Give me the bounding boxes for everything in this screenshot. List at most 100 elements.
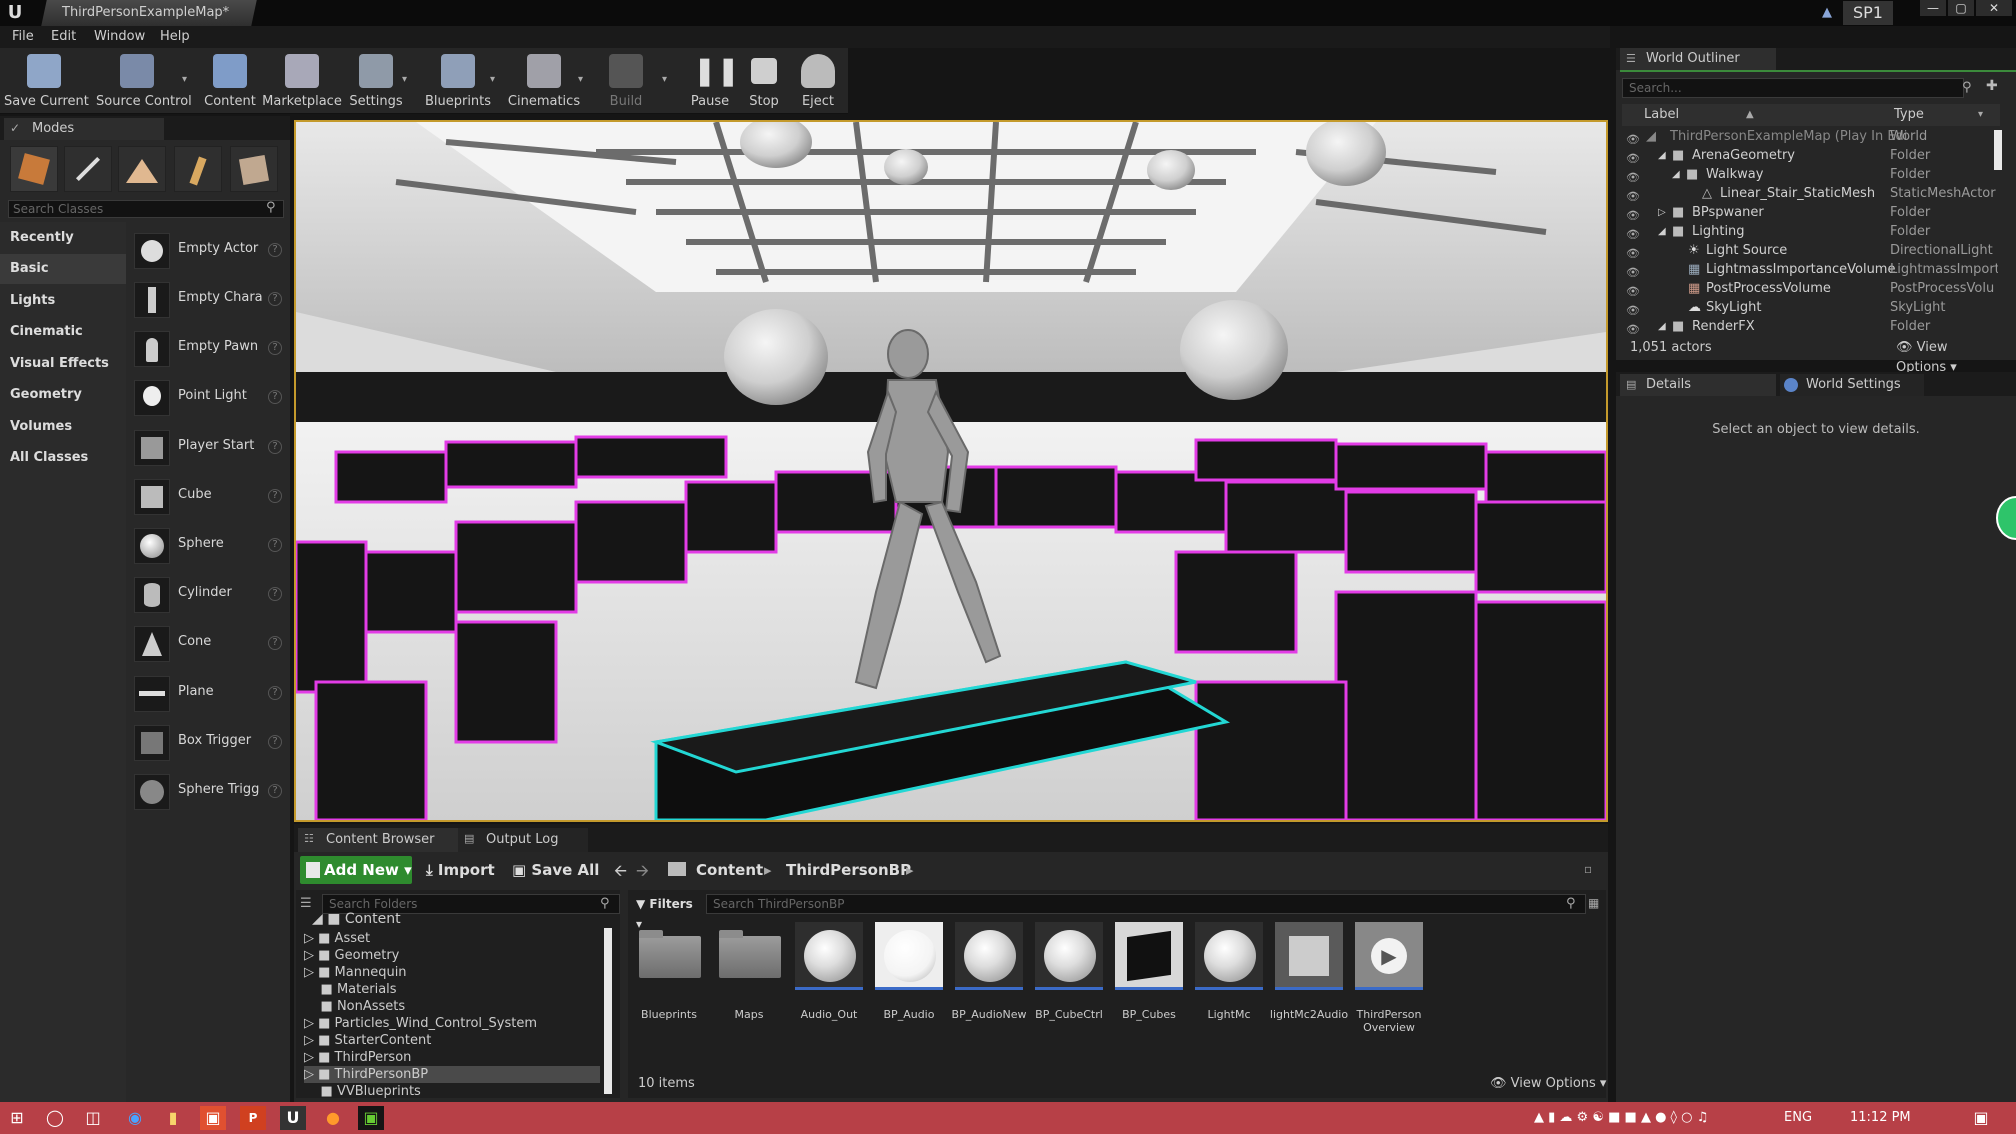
help-icon[interactable]: ? <box>268 784 282 798</box>
help-icon[interactable]: ? <box>268 587 282 601</box>
blueprints-button[interactable]: Blueprints <box>418 48 498 114</box>
forward-arrow-icon[interactable]: 🡪 <box>636 860 654 880</box>
back-arrow-icon[interactable]: 🡨 <box>614 860 632 880</box>
graduation-cap-icon[interactable]: ▲ <box>1822 5 1838 20</box>
category-volumes[interactable]: Volumes <box>0 412 126 442</box>
category-visual-effects[interactable]: Visual Effects <box>0 349 126 379</box>
tab-content-browser[interactable]: Content Browser <box>298 828 458 852</box>
clock[interactable]: 11:12 PM <box>1850 1106 1911 1130</box>
landscape-mode-icon[interactable] <box>118 146 166 192</box>
folder-item[interactable]: ■ VVBlueprints <box>304 1083 421 1100</box>
language-indicator[interactable]: ENG <box>1784 1106 1812 1130</box>
help-icon[interactable]: ? <box>268 440 282 454</box>
asset-tile[interactable]: ▶ ThirdPerson Overview <box>1352 920 1426 1034</box>
category-all-classes[interactable]: All Classes <box>0 443 126 473</box>
visibility-eye-icon[interactable]: 👁 <box>1626 187 1640 203</box>
expand-arrow-icon[interactable]: ◢ <box>1658 146 1666 165</box>
nvidia-icon[interactable]: ▣ <box>358 1106 384 1130</box>
notifications-icon[interactable]: ▣ <box>1968 1106 1994 1130</box>
breadcrumb-thirdpersonbp[interactable]: ThirdPersonBP <box>786 856 911 884</box>
firefox-icon[interactable]: ● <box>320 1106 346 1130</box>
folder-item-selected[interactable]: ▷ ■ ThirdPersonBP <box>304 1066 600 1083</box>
tab-details[interactable]: Details <box>1620 374 1776 396</box>
view-options-button[interactable]: 👁 View Options ▾ <box>1490 1076 1606 1091</box>
folder-item[interactable]: ▷ ■ StarterContent <box>304 1032 431 1049</box>
help-icon[interactable]: ? <box>268 292 282 306</box>
category-cinematic[interactable]: Cinematic <box>0 317 126 347</box>
eject-button[interactable]: Eject <box>788 48 848 114</box>
place-item-sphere[interactable]: Sphere? <box>130 522 286 568</box>
menu-window[interactable]: Window <box>94 26 145 48</box>
asset-tile[interactable]: Blueprints <box>632 920 706 1030</box>
outliner-row[interactable]: 👁 ▷ ■ BPspwaner Folder <box>1622 203 1996 222</box>
outliner-row[interactable]: 👁 ◢ ■ RenderFX Folder <box>1622 317 1996 336</box>
outliner-row[interactable]: 👁 ☀ Light Source DirectionalLight <box>1622 241 1996 260</box>
expand-arrow-icon[interactable]: ◢ <box>1672 165 1680 184</box>
paint-mode-icon[interactable] <box>64 146 112 192</box>
chevron-down-icon[interactable]: ▾ <box>662 74 672 85</box>
lock-icon[interactable]: ▫ <box>1584 862 1598 876</box>
place-item-sphere-trigger[interactable]: Sphere Trigg? <box>130 768 286 814</box>
save-all-button[interactable]: ▣ Save All <box>512 856 599 884</box>
expand-arrow-icon[interactable]: ▷ <box>1658 203 1666 222</box>
place-item-cone[interactable]: Cone? <box>130 620 286 666</box>
visibility-eye-icon[interactable]: 👁 <box>1626 320 1640 336</box>
help-icon[interactable]: ? <box>268 243 282 257</box>
unreal-logo-icon[interactable]: U <box>4 2 26 24</box>
search-icon[interactable]: ⚲ <box>600 896 614 912</box>
place-item-empty-actor[interactable]: Empty Actor? <box>130 227 286 273</box>
outliner-row[interactable]: 👁 ◢ ■ ArenaGeometry Folder <box>1622 146 1996 165</box>
help-icon[interactable]: ? <box>268 636 282 650</box>
save-current-button[interactable]: Save Current <box>4 48 89 114</box>
chevron-down-icon[interactable]: ▾ <box>1978 104 1983 126</box>
windows-start-icon[interactable]: ⊞ <box>4 1106 30 1130</box>
folder-item[interactable]: ▷ ■ ThirdPerson <box>304 1049 411 1066</box>
unreal-editor-taskbar-icon[interactable]: U <box>280 1106 306 1130</box>
place-item-point-light[interactable]: Point Light? <box>130 374 286 420</box>
system-tray-icons[interactable]: ▲ ▮ ☁ ⚙ ☯ ■ ■ ▲ ● ◊ ○ ♫ <box>1534 1106 1708 1130</box>
content-button[interactable]: Content <box>190 48 270 114</box>
task-view-icon[interactable]: ◫ <box>80 1106 106 1130</box>
folder-root-content[interactable]: ◢ ■ Content <box>312 911 401 928</box>
chevron-down-icon[interactable]: ▾ <box>578 74 588 85</box>
help-icon[interactable]: ? <box>268 341 282 355</box>
asset-tile[interactable]: Audio_Out <box>792 920 866 1030</box>
asset-tile[interactable]: BP_AudioNew <box>952 920 1026 1030</box>
tab-world-settings[interactable]: World Settings <box>1780 374 1924 396</box>
visibility-eye-icon[interactable]: 👁 <box>1626 168 1640 184</box>
cinematics-button[interactable]: Cinematics <box>504 48 584 114</box>
build-button[interactable]: Build <box>596 48 656 114</box>
maximize-button[interactable]: ▢ <box>1948 0 1974 16</box>
folder-scrollbar[interactable] <box>604 928 612 1094</box>
menu-edit[interactable]: Edit <box>51 26 76 48</box>
foliage-mode-icon[interactable] <box>174 146 222 192</box>
visibility-eye-icon[interactable]: 👁 <box>1626 301 1640 317</box>
powerpoint-icon[interactable]: P <box>240 1106 266 1130</box>
folder-item[interactable]: ▷ ■ Asset <box>304 930 370 947</box>
document-tab[interactable]: ThirdPersonExampleMap* <box>41 0 257 26</box>
visibility-eye-icon[interactable]: 👁 <box>1626 263 1640 279</box>
asset-tile[interactable]: BP_Audio <box>872 920 946 1030</box>
folder-item[interactable]: ▷ ■ Geometry <box>304 947 399 964</box>
outliner-row[interactable]: 👁 ▦ LightmassImportanceVolume LightmassImpo… <box>1622 260 1998 279</box>
chevron-down-icon[interactable]: ▾ <box>402 74 412 85</box>
folder-item[interactable]: ▷ ■ Particles_Wind_Control_System <box>304 1015 537 1032</box>
place-item-empty-pawn[interactable]: Empty Pawn? <box>130 325 286 371</box>
help-icon[interactable]: ? <box>268 390 282 404</box>
level-viewport[interactable] <box>294 120 1608 822</box>
geometry-edit-mode-icon[interactable] <box>230 146 278 192</box>
asset-tile[interactable]: LightMc <box>1192 920 1266 1030</box>
folder-item[interactable]: ■ Materials <box>304 981 397 998</box>
breadcrumb-separator-icon[interactable]: ▸ <box>906 856 914 884</box>
outliner-row[interactable]: 👁 ◢ ■ Lighting Folder <box>1622 222 1996 241</box>
outliner-search-input[interactable]: Search... <box>1622 78 1964 98</box>
pause-button[interactable]: ❚❚ Pause <box>680 48 740 114</box>
help-icon[interactable]: ? <box>268 538 282 552</box>
marketplace-button[interactable]: Marketplace <box>262 48 342 114</box>
folder-item[interactable]: ▷ ■ Mannequin <box>304 964 407 981</box>
place-item-cube[interactable]: Cube? <box>130 473 286 519</box>
category-basic[interactable]: Basic <box>0 254 126 284</box>
menu-file[interactable]: File <box>12 26 34 48</box>
search-icon[interactable]: ⚲ <box>1962 80 1976 96</box>
outliner-row[interactable]: 👁 ◢ ThirdPersonExampleMap (Play In Edi Worl… <box>1622 127 1996 146</box>
